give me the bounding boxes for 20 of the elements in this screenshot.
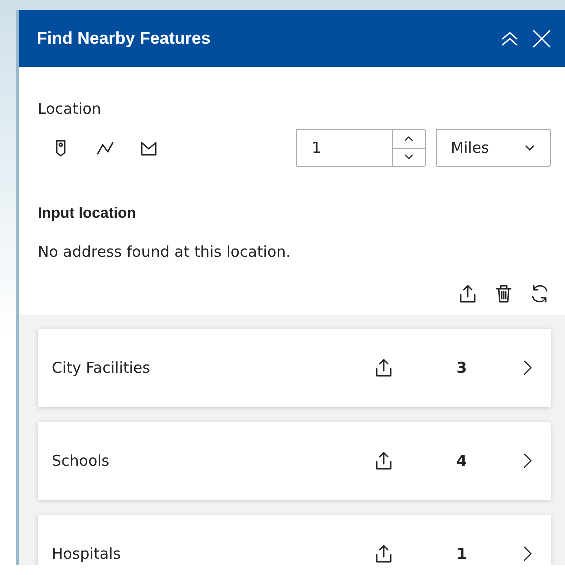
section-heading: Input location [38,205,138,222]
up-caret-icon[interactable] [403,134,415,144]
chevron-down-icon [524,144,536,152]
layer-name: Hospitals [52,545,122,563]
feature-count: 3 [456,359,468,377]
feature-count: 1 [456,545,468,563]
result-card[interactable]: City Facilities 3 [38,329,551,407]
close-icon[interactable] [531,28,553,50]
down-caret-icon[interactable] [403,152,415,162]
location-label: Location [38,100,102,118]
panel-title: Find Nearby Features [37,28,212,48]
unit-dropdown[interactable]: Miles [436,129,551,167]
result-card[interactable]: Hospitals 1 [38,515,551,565]
layer-name: Schools [52,452,111,470]
distance-field[interactable]: 1 [296,129,426,167]
layer-name: City Facilities [52,359,152,377]
decrement-button[interactable] [393,148,425,166]
result-card[interactable]: Schools 4 [38,422,551,500]
status-message: No address found at this location. [38,243,292,261]
feature-count: 4 [456,452,468,470]
